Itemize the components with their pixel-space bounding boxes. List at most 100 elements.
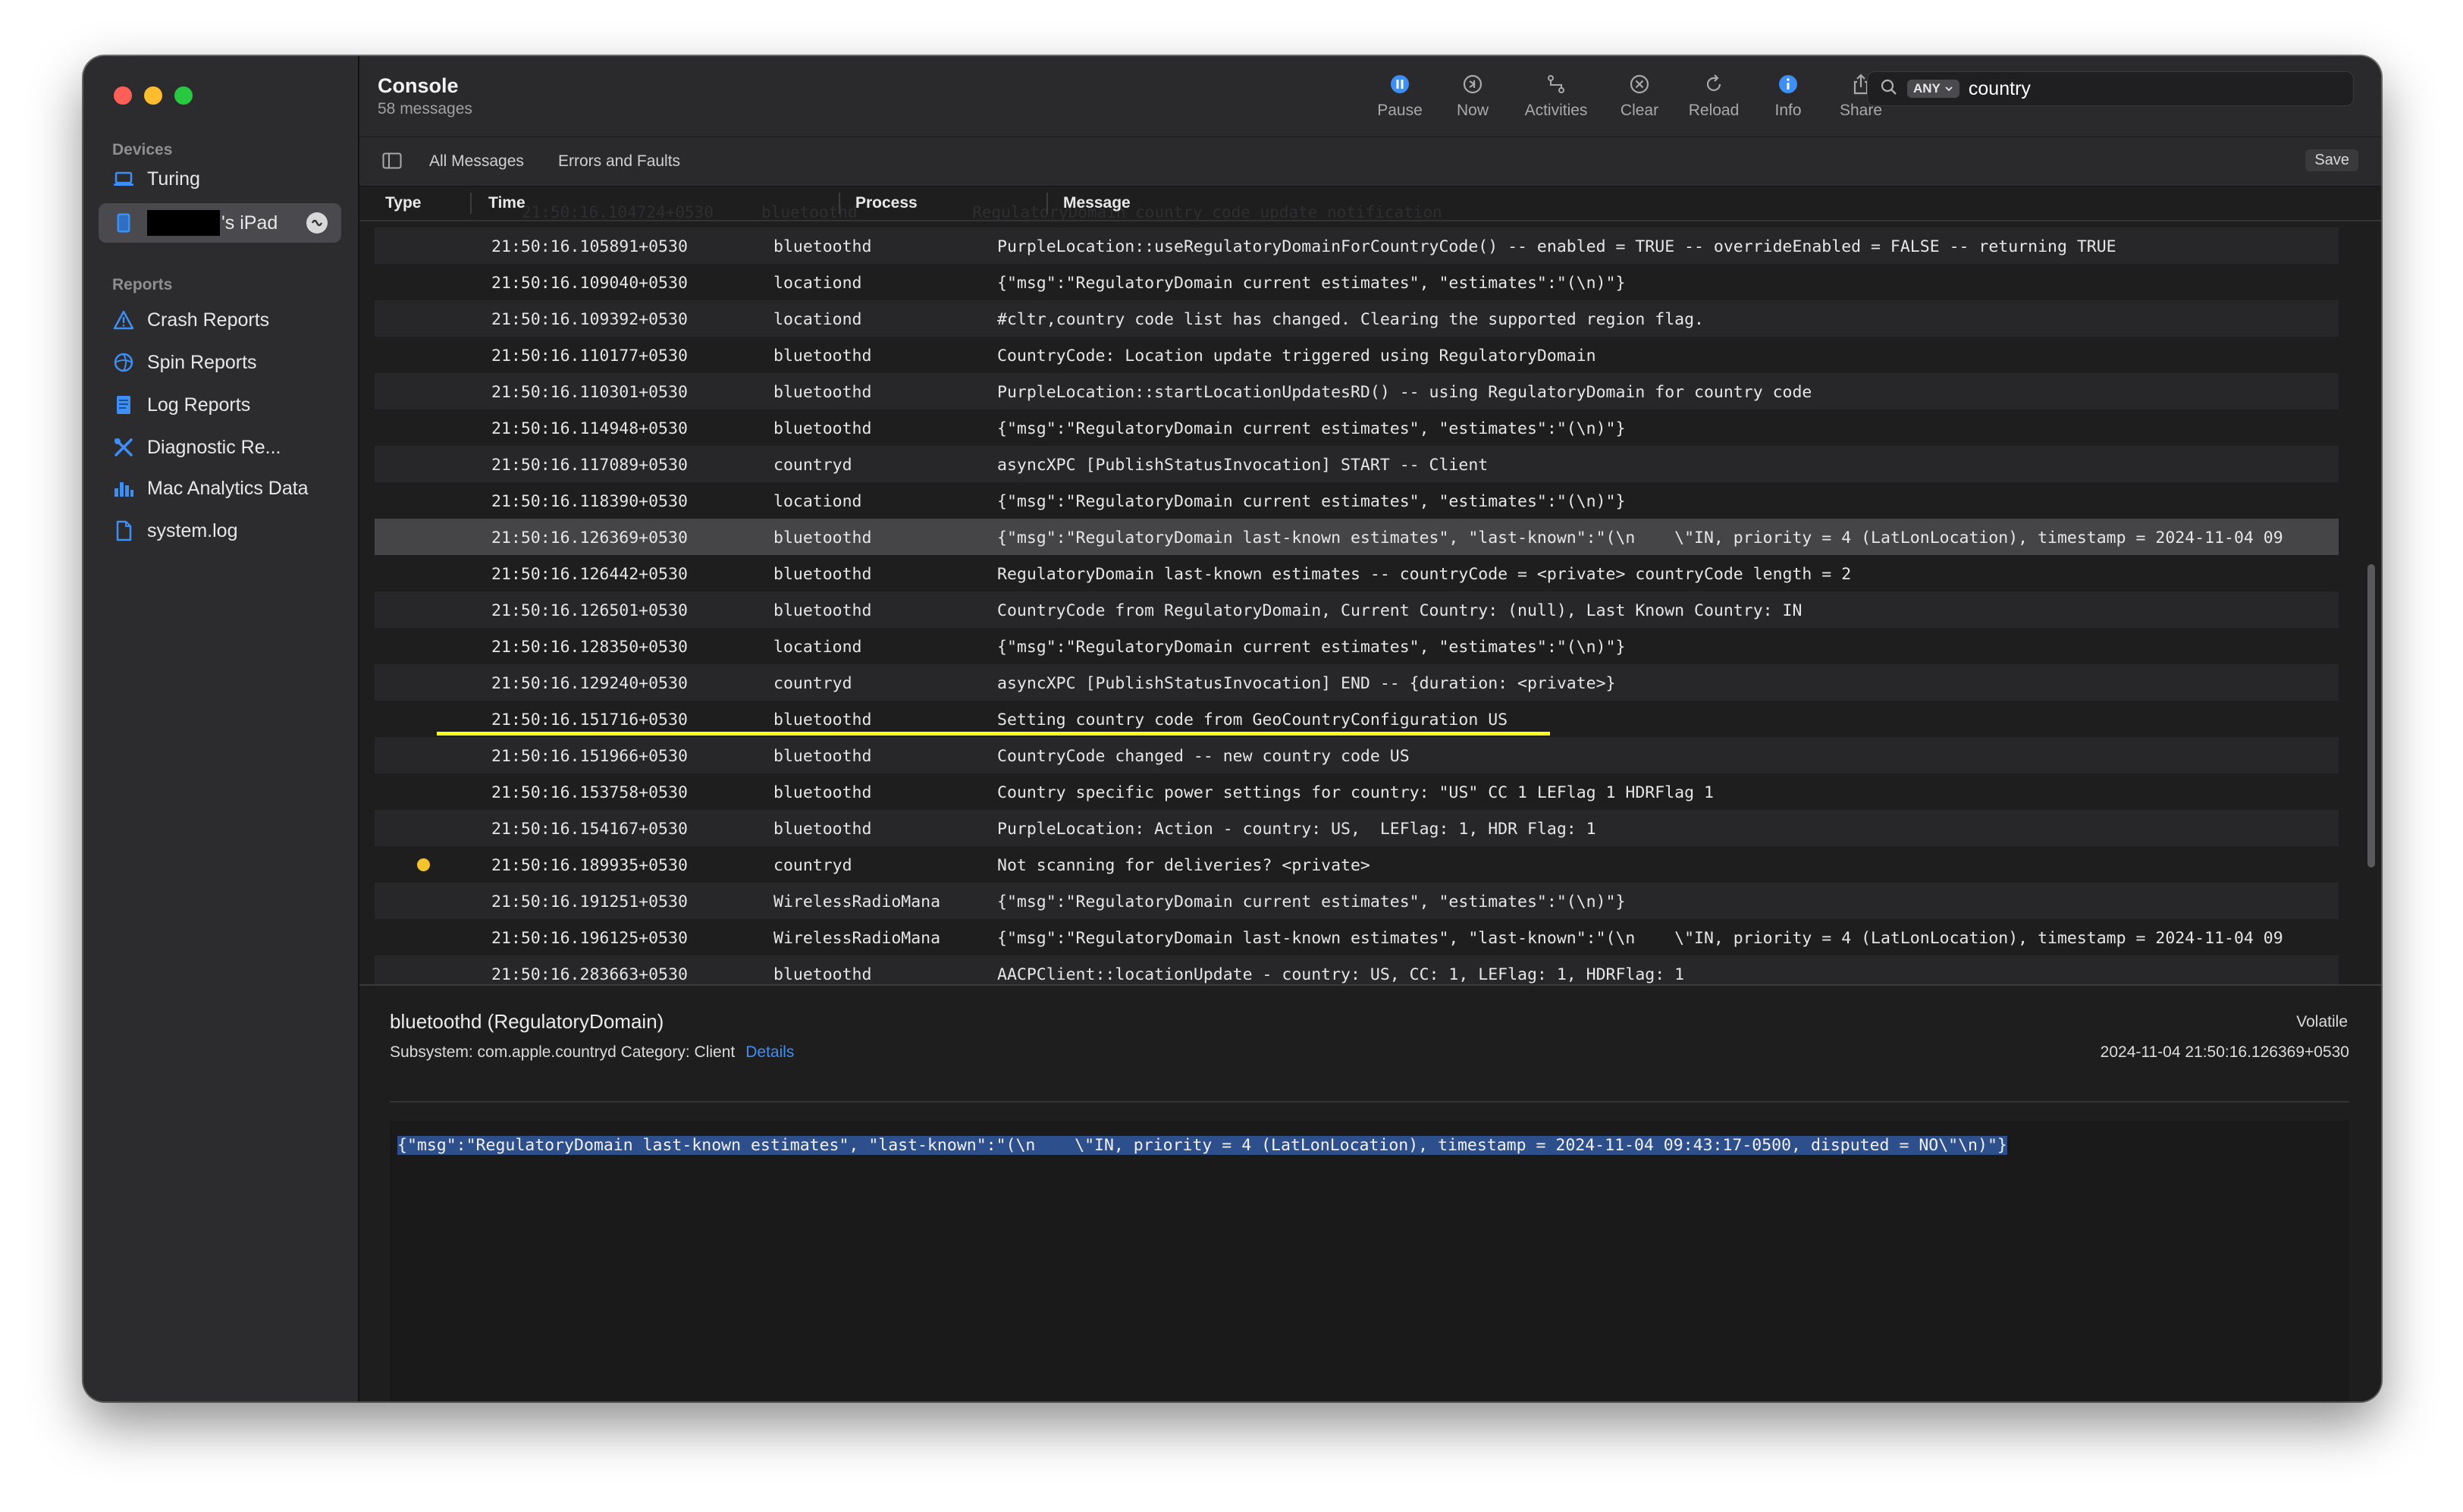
table-row[interactable]: 21:50:16.189935+0530 countryd Not scanning…: [375, 846, 2339, 883]
console-window: Devices Turing 's iPad Reports Crash Rep…: [83, 56, 2381, 1401]
pause-icon: [1391, 75, 1409, 93]
table-row[interactable]: 21:50:16.154167+0530 bluetoothd PurpleLoca…: [375, 810, 2339, 846]
row-time: 21:50:16.126442+0530: [491, 565, 688, 584]
close-window-button[interactable]: [114, 86, 132, 105]
sidebar-item-label: Log Reports: [147, 394, 251, 416]
table-row[interactable]: 21:50:16.118390+0530 locationd {"msg":"Reg…: [375, 482, 2339, 519]
table-row[interactable]: 21:50:16.105891+0530 bluetoothd PurpleLoca…: [375, 227, 2339, 264]
row-time: 21:50:16.109392+0530: [491, 310, 688, 329]
table-row[interactable]: 21:50:16.196125+0530 WirelessRadioMana {"m…: [375, 919, 2339, 955]
column-message[interactable]: Message: [1063, 194, 1131, 212]
clear-button[interactable]: Clear: [1603, 73, 1676, 120]
sidebar-item-ipad[interactable]: 's iPad: [99, 203, 341, 243]
row-message: Country specific power settings for coun…: [997, 783, 1714, 802]
scrollbar[interactable]: [2367, 564, 2375, 867]
table-row[interactable]: 21:50:16.126442+0530 bluetoothd Regulatory…: [375, 555, 2339, 591]
minimize-window-button[interactable]: [144, 86, 162, 105]
row-process: bluetoothd: [773, 747, 872, 766]
row-process: bluetoothd: [773, 529, 872, 547]
table-row[interactable]: 21:50:16.109040+0530 locationd {"msg":"Reg…: [375, 264, 2339, 300]
sidebar-item-crash-reports[interactable]: Crash Reports: [99, 300, 341, 340]
table-row[interactable]: 21:50:16.110177+0530 bluetoothd CountryCod…: [375, 337, 2339, 373]
pause-button[interactable]: Pause: [1363, 73, 1436, 120]
column-process[interactable]: Process: [855, 194, 918, 212]
table-row[interactable]: 21:50:16.109392+0530 locationd #cltr,count…: [375, 300, 2339, 337]
details-link[interactable]: Details: [745, 1043, 794, 1061]
table-row[interactable]: 21:50:16.114948+0530 bluetoothd {"msg":"Re…: [375, 409, 2339, 446]
sidebar-item-label: Spin Reports: [147, 351, 257, 373]
table-row[interactable]: 21:50:16.191251+0530 WirelessRadioMana {"m…: [375, 883, 2339, 919]
row-time: 21:50:16.151716+0530: [491, 711, 688, 729]
column-type[interactable]: Type: [385, 194, 421, 212]
table-row[interactable]: 21:50:16.126369+0530 bluetoothd {"msg":"Re…: [375, 519, 2339, 555]
row-message: {"msg":"RegulatoryDomain current estimat…: [997, 274, 1626, 293]
sidebar-item-system-log[interactable]: system.log: [99, 511, 341, 551]
save-button[interactable]: Save: [2305, 149, 2358, 171]
row-message: PurpleLocation::useRegulatoryDomainForCo…: [997, 237, 2116, 256]
row-process: bluetoothd: [773, 237, 872, 256]
column-divider[interactable]: [1046, 193, 1048, 214]
row-message: AACPClient::locationUpdate - country: US…: [997, 965, 1685, 984]
reload-button[interactable]: Reload: [1677, 73, 1750, 120]
row-message: {"msg":"RegulatoryDomain current estimat…: [997, 638, 1626, 657]
detail-title: bluetoothd (RegulatoryDomain): [390, 1010, 664, 1033]
column-divider[interactable]: [839, 193, 840, 214]
table-row[interactable]: 21:50:16.128350+0530 locationd {"msg":"Reg…: [375, 628, 2339, 664]
table-row[interactable]: 21:50:16.117089+0530 countryd asyncXPC [Pu…: [375, 446, 2339, 482]
divider: [390, 1101, 2349, 1103]
streaming-badge-icon[interactable]: [306, 212, 328, 234]
sidebar-item-spin-reports[interactable]: Spin Reports: [99, 343, 341, 382]
row-message: {"msg":"RegulatoryDomain last-known esti…: [997, 529, 2283, 547]
detail-message-text[interactable]: {"msg":"RegulatoryDomain last-known esti…: [397, 1136, 2007, 1155]
row-process: locationd: [773, 492, 862, 511]
row-process: countryd: [773, 856, 852, 875]
table-row[interactable]: 21:50:16.126501+0530 bluetoothd CountryCod…: [375, 591, 2339, 628]
sidebar-item-label: Diagnostic Re...: [147, 436, 281, 458]
table-row[interactable]: 21:50:16.110301+0530 bluetoothd PurpleLoca…: [375, 373, 2339, 409]
spin-icon: [111, 352, 136, 373]
row-time: 21:50:16.126369+0530: [491, 529, 688, 547]
devices-header: Devices: [112, 141, 173, 158]
column-divider[interactable]: [470, 193, 472, 214]
table-row[interactable]: 21:50:16.151966+0530 bluetoothd CountryCod…: [375, 737, 2339, 773]
fault-dot-icon: [417, 858, 430, 871]
sidebar-toggle-icon[interactable]: [382, 152, 402, 173]
table-row[interactable]: 21:50:16.129240+0530 countryd asyncXPC [Pu…: [375, 664, 2339, 701]
laptop-icon: [111, 171, 136, 187]
search-field[interactable]: ANY country: [1867, 71, 2354, 106]
zoom-window-button[interactable]: [174, 86, 193, 105]
sidebar-item-diagnostic-reports[interactable]: Diagnostic Re...: [99, 428, 341, 467]
sidebar: Devices Turing 's iPad Reports Crash Rep…: [83, 56, 359, 1401]
row-process: bluetoothd: [773, 783, 872, 802]
table-row[interactable]: 21:50:16.151716+0530 bluetoothd Setting co…: [375, 701, 2339, 737]
activities-button[interactable]: Activities: [1520, 73, 1592, 120]
row-time: 21:50:16.283663+0530: [491, 965, 688, 984]
sidebar-item-label: 's iPad: [221, 212, 278, 234]
log-table: 21:50:16.105891+0530 bluetoothd PurpleLoca…: [375, 227, 2339, 992]
info-button[interactable]: Info: [1752, 73, 1825, 120]
detail-message-area[interactable]: {"msg":"RegulatoryDomain last-known esti…: [390, 1121, 2349, 1401]
row-process: locationd: [773, 638, 862, 657]
column-header: 21:50:16.104724+0530 bluetoothd Regulato…: [359, 187, 2381, 221]
search-scope-menu[interactable]: ANY: [1907, 80, 1959, 98]
table-row[interactable]: 21:50:16.153758+0530 bluetoothd Country sp…: [375, 773, 2339, 810]
row-process: WirelessRadioMana: [773, 892, 941, 911]
tab-all-messages[interactable]: All Messages: [429, 152, 524, 171]
sidebar-item-mac-analytics[interactable]: Mac Analytics Data: [99, 469, 341, 508]
sidebar-item-turing[interactable]: Turing: [99, 159, 341, 199]
window-title: Console: [378, 74, 459, 97]
reports-header: Reports: [112, 276, 173, 293]
file-icon: [111, 520, 136, 541]
now-icon: [1463, 74, 1483, 94]
tab-errors-faults[interactable]: Errors and Faults: [558, 152, 680, 171]
sidebar-item-log-reports[interactable]: Log Reports: [99, 385, 341, 425]
row-time: 21:50:16.109040+0530: [491, 274, 688, 293]
row-process: locationd: [773, 274, 862, 293]
now-button[interactable]: Now: [1436, 73, 1509, 120]
column-time[interactable]: Time: [488, 194, 526, 212]
search-input[interactable]: country: [1969, 78, 2031, 100]
detail-timestamp: 2024-11-04 21:50:16.126369+0530: [2100, 1043, 2349, 1061]
row-process: bluetoothd: [773, 601, 872, 620]
row-process: bluetoothd: [773, 565, 872, 584]
row-time: 21:50:16.110301+0530: [491, 383, 688, 402]
